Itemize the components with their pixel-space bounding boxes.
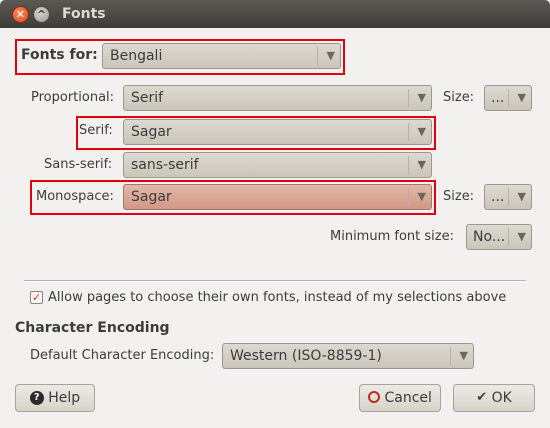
- help-button[interactable]: ? Help: [15, 384, 95, 412]
- dropdown-arrow-icon: ▼: [417, 125, 426, 138]
- fonts-for-select[interactable]: Bengali ▼: [102, 43, 341, 69]
- help-icon: ?: [29, 391, 44, 405]
- window-title: Fonts: [62, 6, 106, 22]
- proportional-select[interactable]: Serif ▼: [123, 85, 432, 111]
- proportional-label: Proportional:: [31, 90, 115, 105]
- dropdown-arrow-icon: ▼: [326, 49, 335, 62]
- separator: [24, 280, 526, 282]
- ok-button[interactable]: ✔ OK: [453, 384, 535, 412]
- title-bar: ✕ ^ Fonts: [0, 0, 550, 28]
- close-icon[interactable]: ✕: [12, 6, 29, 23]
- ok-label: OK: [491, 390, 512, 406]
- dropdown-arrow-icon: ▼: [417, 158, 426, 171]
- fonts-dialog: ✕ ^ Fonts Fonts for: Bengali ▼ Proportio…: [0, 0, 550, 428]
- monospace-label: Monospace:: [36, 189, 114, 204]
- minimum-font-size-value: No...: [473, 229, 506, 245]
- serif-label: Serif:: [79, 123, 113, 138]
- fonts-for-label: Fonts for:: [21, 47, 98, 63]
- monospace-size-label: Size:: [443, 189, 475, 204]
- dropdown-arrow-icon: ▼: [417, 190, 426, 203]
- sans-serif-value: sans-serif: [131, 157, 199, 173]
- proportional-value: Serif: [131, 90, 164, 106]
- monospace-value: Sagar: [131, 189, 172, 205]
- checkmark-icon: ✔: [476, 390, 488, 405]
- dropdown-arrow-icon: ▼: [517, 190, 526, 203]
- sans-serif-select[interactable]: sans-serif ▼: [123, 152, 432, 178]
- default-encoding-label: Default Character Encoding:: [30, 348, 215, 363]
- allow-pages-label[interactable]: Allow pages to choose their own fonts, i…: [48, 290, 506, 305]
- cancel-label: Cancel: [384, 390, 432, 406]
- proportional-size-value: ...: [491, 90, 505, 106]
- dropdown-arrow-icon: ▼: [417, 91, 426, 104]
- serif-select[interactable]: Sagar ▼: [123, 119, 432, 145]
- minimum-font-size-select[interactable]: No... ▼: [466, 224, 532, 250]
- help-label: Help: [48, 390, 81, 406]
- dropdown-arrow-icon: ▼: [459, 349, 468, 362]
- monospace-size-value: ...: [491, 189, 505, 205]
- monospace-size-select[interactable]: ... ▼: [484, 184, 532, 210]
- fonts-for-value: Bengali: [110, 48, 163, 64]
- cancel-icon: [368, 391, 381, 403]
- default-encoding-select[interactable]: Western (ISO-8859-1) ▼: [222, 343, 474, 369]
- character-encoding-heading: Character Encoding: [15, 320, 170, 336]
- dropdown-arrow-icon: ▼: [517, 91, 526, 104]
- default-encoding-value: Western (ISO-8859-1): [230, 348, 382, 364]
- serif-value: Sagar: [131, 124, 172, 140]
- sans-serif-label: Sans-serif:: [44, 157, 113, 172]
- proportional-size-select[interactable]: ... ▼: [484, 85, 532, 111]
- monospace-select[interactable]: Sagar ▼: [123, 184, 432, 210]
- allow-pages-checkbox[interactable]: ✓: [30, 291, 43, 304]
- cancel-button[interactable]: Cancel: [359, 384, 441, 412]
- maximize-icon[interactable]: ^: [33, 6, 50, 23]
- minimum-font-size-label: Minimum font size:: [330, 229, 454, 244]
- dropdown-arrow-icon: ▼: [517, 230, 526, 243]
- proportional-size-label: Size:: [443, 90, 475, 105]
